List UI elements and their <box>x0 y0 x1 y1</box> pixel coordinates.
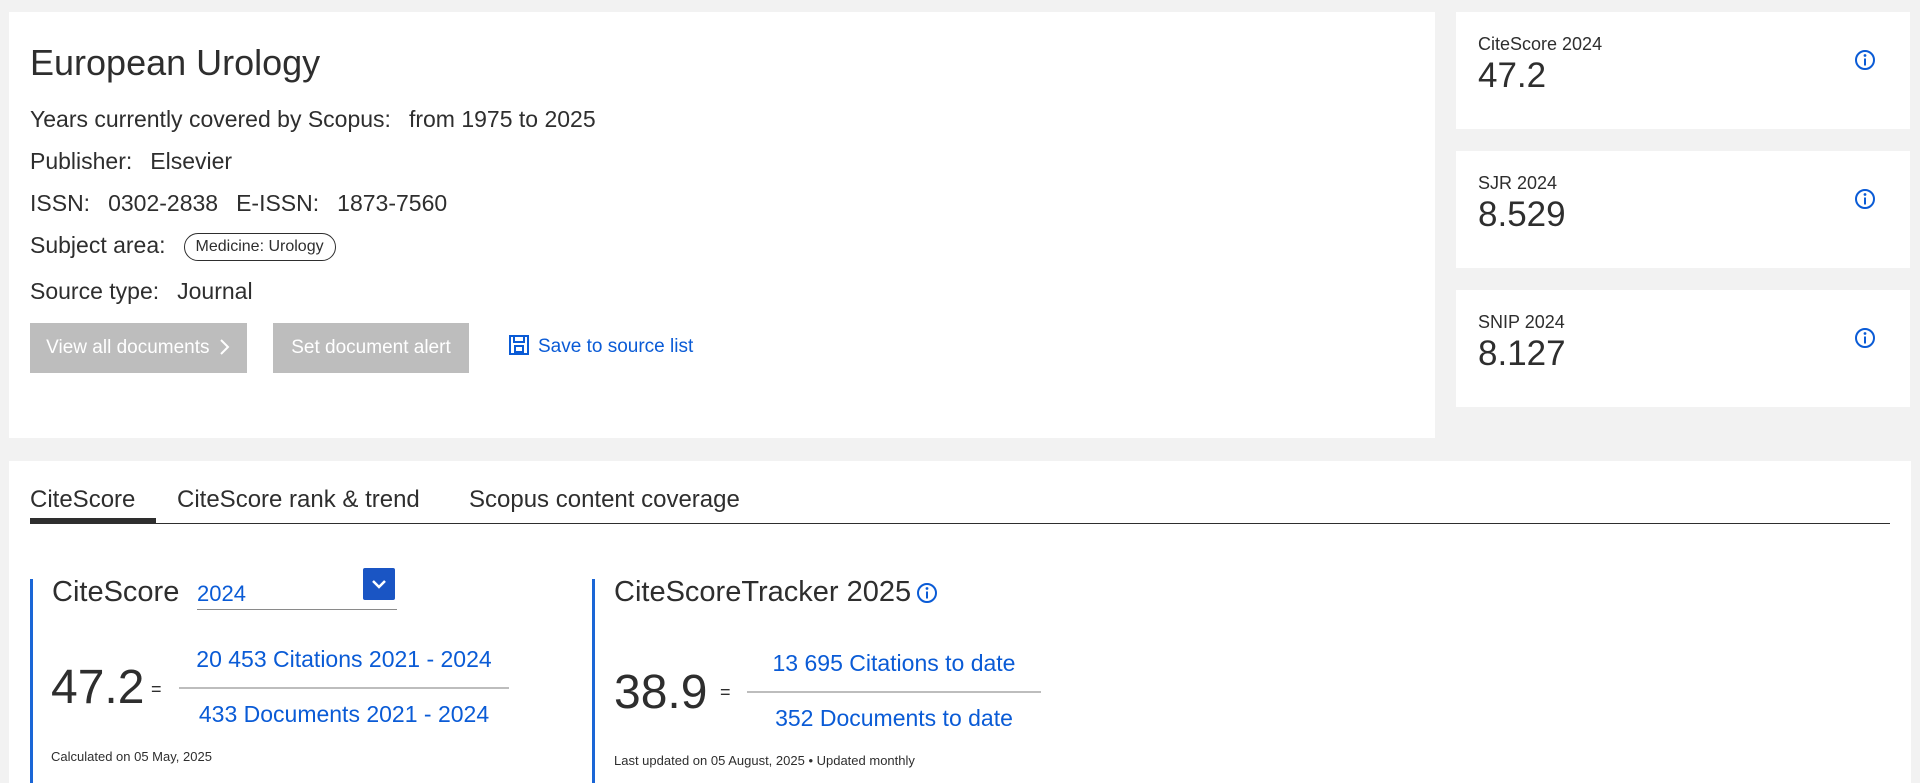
issn-label: ISSN: <box>30 190 91 216</box>
eissn-value: 1873-7560 <box>337 190 448 216</box>
calculated-date-note: Calculated on 05 May, 2025 <box>51 749 212 764</box>
source-title: European Urology <box>30 42 321 83</box>
fraction-line <box>179 687 509 689</box>
tab-citescore[interactable]: CiteScore <box>30 486 135 514</box>
snip-metric-card: SNIP 2024 8.127 <box>1456 290 1910 407</box>
source-type-row: Source type: Journal <box>30 278 253 305</box>
fraction-line <box>747 691 1041 693</box>
metric-value: 47.2 <box>1478 56 1547 95</box>
save-to-source-list-link[interactable]: Save to source list <box>508 334 693 358</box>
save-icon <box>509 335 529 355</box>
tab-citescore-rank-trend[interactable]: CiteScore rank & trend <box>177 486 420 514</box>
publisher-value: Elsevier <box>150 148 233 174</box>
tracker-section-title: CiteScoreTracker 2025 <box>614 576 912 608</box>
subject-area-tag[interactable]: Medicine: Urology <box>183 232 336 261</box>
citescore-panel: CiteScore CiteScore rank & trend Scopus … <box>9 461 1911 783</box>
view-all-label: View all documents <box>46 337 210 358</box>
citescore-section-bar <box>30 579 33 783</box>
info-icon[interactable] <box>1854 49 1876 71</box>
tracker-documents-link[interactable]: 352 Documents to date <box>747 705 1041 732</box>
metric-label: SJR 2024 <box>1478 173 1558 193</box>
chevron-right-icon <box>220 339 230 355</box>
issn-row: ISSN: 0302-2838 E-ISSN: 1873-7560 <box>30 190 447 217</box>
source-type-label: Source type: <box>30 278 160 304</box>
sjr-metric-card: SJR 2024 8.529 <box>1456 151 1910 268</box>
source-info-card: European Urology Years currently covered… <box>9 12 1435 438</box>
info-icon[interactable] <box>1854 327 1876 349</box>
publisher-row: Publisher: Elsevier <box>30 148 232 175</box>
save-label: Save to source list <box>538 336 694 357</box>
last-updated-note: Last updated on 05 August, 2025 • Update… <box>614 753 915 768</box>
tracker-value: 38.9 <box>614 666 708 719</box>
info-icon[interactable] <box>1854 188 1876 210</box>
source-type-value: Journal <box>177 278 253 304</box>
view-all-documents-button[interactable]: View all documents <box>30 323 247 373</box>
documents-link[interactable]: 433 Documents 2021 - 2024 <box>179 701 509 728</box>
metric-value: 8.127 <box>1478 334 1566 373</box>
metric-label: SNIP 2024 <box>1478 312 1565 332</box>
years-covered-row: Years currently covered by Scopus: from 1… <box>30 106 596 133</box>
eissn-label: E-ISSN: <box>236 190 320 216</box>
citations-link[interactable]: 20 453 Citations 2021 - 2024 <box>179 646 509 673</box>
tracker-citations-link[interactable]: 13 695 Citations to date <box>747 650 1041 677</box>
tracker-section-bar <box>592 579 595 783</box>
years-label: Years currently covered by Scopus: <box>30 106 391 132</box>
citescore-section-title: CiteScore <box>52 576 180 608</box>
years-value: from 1975 to 2025 <box>408 106 596 132</box>
subject-label: Subject area: <box>30 232 166 258</box>
metric-value: 8.529 <box>1478 195 1566 234</box>
publisher-label: Publisher: <box>30 148 133 174</box>
equals-sign: = <box>720 682 731 702</box>
issn-value: 0302-2838 <box>108 190 219 216</box>
tab-divider <box>30 523 1890 524</box>
chevron-down-icon <box>372 580 386 589</box>
set-document-alert-button[interactable]: Set document alert <box>273 323 469 373</box>
year-dropdown-button[interactable] <box>363 568 395 600</box>
subject-area-row: Subject area: Medicine: Urology <box>30 232 336 261</box>
tab-scopus-content-coverage[interactable]: Scopus content coverage <box>469 486 740 514</box>
info-icon[interactable] <box>916 582 938 604</box>
year-select-value: 2024 <box>197 581 246 606</box>
equals-sign: = <box>151 679 162 699</box>
metric-label: CiteScore 2024 <box>1478 34 1603 54</box>
citescore-value: 47.2 <box>51 661 145 714</box>
citescore-metric-card: CiteScore 2024 47.2 <box>1456 12 1910 129</box>
